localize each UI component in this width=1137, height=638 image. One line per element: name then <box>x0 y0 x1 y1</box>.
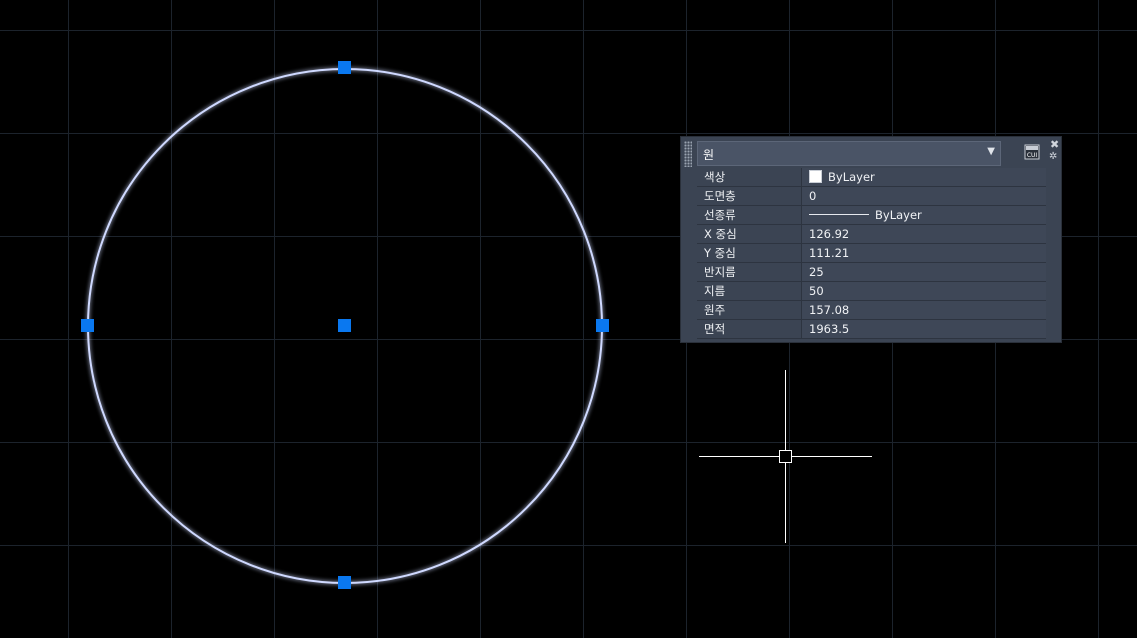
property-row[interactable]: 선종류 ByLayer <box>697 205 1046 225</box>
property-value-text: 126.92 <box>809 227 850 241</box>
property-value[interactable]: 50 <box>801 281 1046 301</box>
property-value-text: 1963.5 <box>809 322 850 336</box>
circle-quadrant-grip-right[interactable] <box>596 319 609 332</box>
property-value[interactable]: 1963.5 <box>801 319 1046 339</box>
property-row[interactable]: 지름 50 <box>697 281 1046 301</box>
chevron-down-icon: ▼ <box>987 146 995 157</box>
property-row[interactable]: X 중심 126.92 <box>697 224 1046 244</box>
drawing-viewport[interactable]: 원 ▼ CUI ✖ ✲ 색상 ByLayer 도면층 0 선종류 ByLayer X 중심 1… <box>0 0 1137 638</box>
property-label: 반지름 <box>697 262 802 282</box>
property-value[interactable]: 111.21 <box>801 243 1046 263</box>
property-row[interactable]: 반지름 25 <box>697 262 1046 282</box>
pickbox <box>779 450 792 463</box>
palette-drag-handle[interactable] <box>684 141 692 167</box>
circle-center-grip[interactable] <box>338 319 351 332</box>
property-label: X 중심 <box>697 224 802 244</box>
property-label: 색상 <box>697 168 802 187</box>
property-row[interactable]: 면적 1963.5 <box>697 319 1046 339</box>
circle-quadrant-grip-bottom[interactable] <box>338 576 351 589</box>
circle-quadrant-grip-left[interactable] <box>81 319 94 332</box>
linetype-preview <box>809 214 869 215</box>
color-swatch <box>809 170 822 183</box>
property-value[interactable]: ByLayer <box>801 205 1046 225</box>
properties-table: 색상 ByLayer 도면층 0 선종류 ByLayer X 중심 126.92 Y 중심 111… <box>697 168 1046 339</box>
object-type-dropdown[interactable]: 원 ▼ <box>697 141 1001 166</box>
crosshair-cursor <box>699 370 872 543</box>
property-row[interactable]: Y 중심 111.21 <box>697 243 1046 263</box>
property-label: 원주 <box>697 300 802 320</box>
property-label: 지름 <box>697 281 802 301</box>
svg-text:CUI: CUI <box>1027 152 1038 159</box>
property-value-text: 111.21 <box>809 246 850 260</box>
property-row[interactable]: 색상 ByLayer <box>697 168 1046 187</box>
circle-quadrant-grip-top[interactable] <box>338 61 351 74</box>
property-value-text: 50 <box>809 284 824 298</box>
property-value-text: 157.08 <box>809 303 850 317</box>
property-label: 면적 <box>697 319 802 339</box>
property-label: 선종류 <box>697 205 802 225</box>
property-row[interactable]: 도면층 0 <box>697 186 1046 206</box>
object-type-label: 원 <box>703 148 715 162</box>
property-value[interactable]: 126.92 <box>801 224 1046 244</box>
property-value[interactable]: 157.08 <box>801 300 1046 320</box>
close-icon[interactable]: ✖ <box>1050 139 1059 150</box>
property-label: Y 중심 <box>697 243 802 263</box>
cui-icon[interactable]: CUI <box>1024 144 1040 160</box>
gear-icon[interactable]: ✲ <box>1049 152 1057 162</box>
property-value-text: 0 <box>809 189 817 203</box>
property-label: 도면층 <box>697 186 802 206</box>
quick-properties-palette: 원 ▼ CUI ✖ ✲ 색상 ByLayer 도면층 0 선종류 ByLayer X 중심 1… <box>680 136 1062 343</box>
property-value-text: 25 <box>809 265 824 279</box>
property-value-text: ByLayer <box>828 170 875 184</box>
property-value[interactable]: ByLayer <box>801 168 1046 187</box>
property-row[interactable]: 원주 157.08 <box>697 300 1046 320</box>
property-value[interactable]: 0 <box>801 186 1046 206</box>
property-value[interactable]: 25 <box>801 262 1046 282</box>
property-value-text: ByLayer <box>875 208 922 222</box>
